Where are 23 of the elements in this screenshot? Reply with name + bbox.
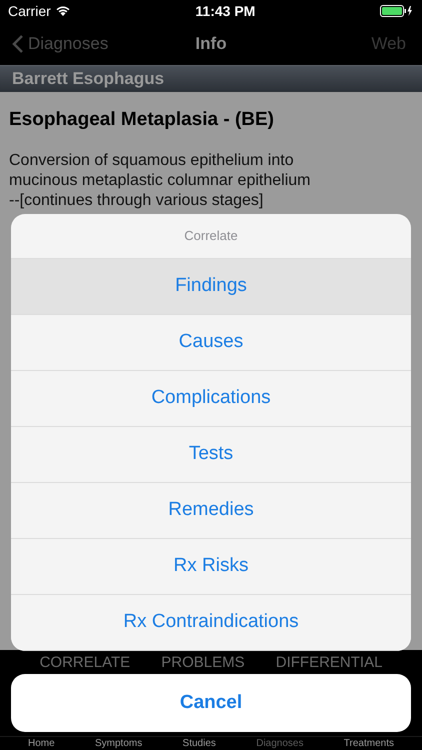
tab-bar-item[interactable]: Diagnoses	[256, 737, 304, 750]
segment-tab[interactable]: PROBLEMS	[161, 654, 245, 671]
cancel-button[interactable]: Cancel	[11, 674, 411, 732]
article-title: Esophageal Metaplasia - (BE)	[9, 108, 276, 132]
tab-bar-item[interactable]: Treatments	[344, 737, 394, 750]
tab-bar-item[interactable]: Symptoms	[95, 737, 142, 750]
segment-tab[interactable]: DIFFERENTIAL	[276, 654, 382, 671]
article-text: Conversion of squamous epithelium into	[9, 150, 295, 170]
segment-tab[interactable]: CORRELATE	[40, 654, 130, 671]
sheet-title: Correlate	[184, 227, 238, 246]
section-header: Barrett Esophagus	[0, 65, 422, 92]
carrier-label: Carrier	[8, 2, 51, 20]
article-text: mucinous metaplastic columnar epithelium	[9, 170, 312, 190]
tab-bar-item[interactable]: Home	[28, 737, 55, 750]
chevron-left-icon	[12, 34, 24, 54]
article-text: --[continues through various stages]	[9, 190, 264, 210]
clock: 11:43 PM	[195, 2, 256, 20]
wifi-icon	[54, 5, 71, 17]
nav-title: Info	[195, 32, 227, 55]
tab-bar-item[interactable]: Studies	[182, 737, 216, 750]
back-button[interactable]: Diagnoses	[12, 30, 108, 56]
action-item[interactable]: Findings	[11, 259, 411, 315]
battery-icon	[380, 5, 414, 17]
